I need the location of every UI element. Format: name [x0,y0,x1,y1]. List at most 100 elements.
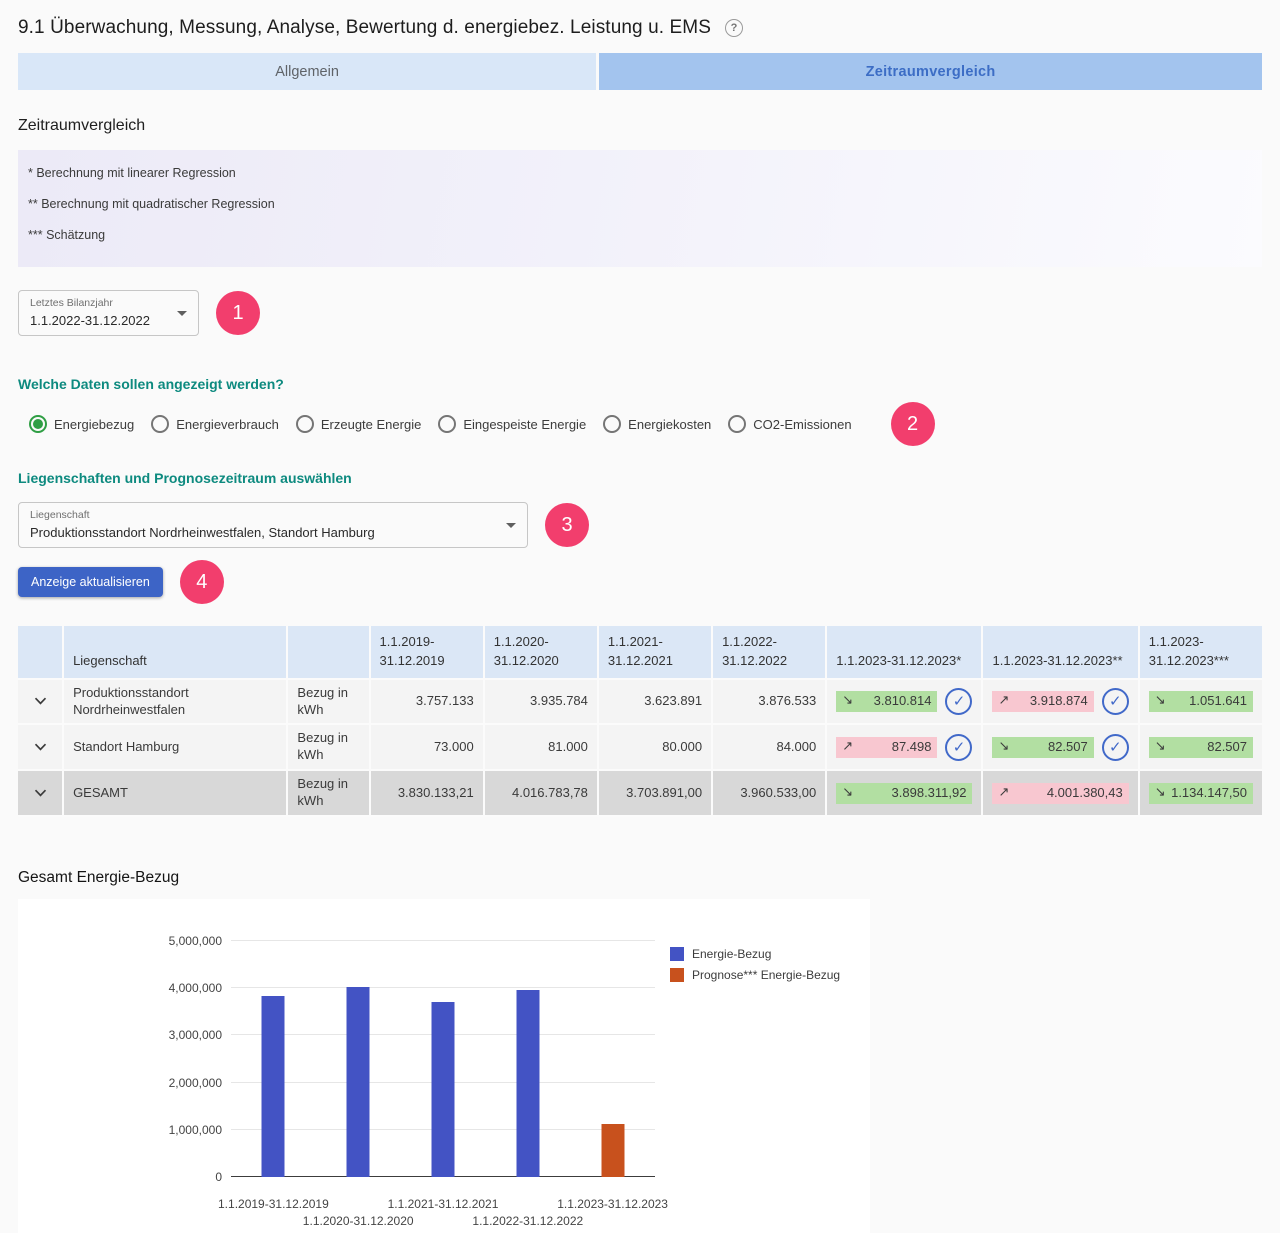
year-header-2021: 1.1.2021- 31.12.2021 [599,626,713,680]
select-value: 1.1.2022-31.12.2022 [30,313,168,328]
year-value: 81.000 [485,725,599,771]
forecast-check-icon[interactable]: ✓ [945,688,972,715]
unit-label: Bezug in kWh [288,725,370,771]
year-value: 4.016.783,78 [485,771,599,817]
property-row: Liegenschaft Produktionsstandort Nordrhe… [18,502,1262,548]
forecast-chip: ↘1.134.147,50 [1149,783,1253,804]
liegenschaft-header: Liegenschaft [64,626,288,680]
balance-year-select[interactable]: Letztes Bilanzjahr 1.1.2022-31.12.2022 [18,290,199,336]
legend-swatch-icon [670,968,684,982]
forecast-value: 3.918.874 [1030,693,1088,710]
tab-allgemein[interactable]: Allgemein [18,53,596,90]
table-row: GESAMTBezug in kWh3.830.133,214.016.783,… [18,771,1262,817]
forecast-check-icon[interactable]: ✓ [945,734,972,761]
help-icon[interactable]: ? [725,19,743,37]
forecast-cell: ↗ 3.918.874 ✓ [983,680,1139,726]
forecast-chip: ↘82.507 [1149,737,1253,758]
year-value: 3.935.784 [485,680,599,726]
forecast-value: 87.498 [892,739,932,756]
chart-x-axis: 1.1.2019-31.12.20191.1.2020-31.12.20201.… [231,1179,655,1223]
year-value: 3.623.891 [599,680,713,726]
step-badge-1: 1 [216,291,260,335]
expand-row-icon[interactable] [30,693,51,709]
forecast-cell: ↘3.898.311,92 [827,771,983,817]
trend-down-icon: ↘ [1155,785,1166,802]
chart-gridline [231,987,655,988]
radio-unselected-icon[interactable] [438,415,456,433]
forecast-value: 82.507 [1048,739,1088,756]
year-header-2022: 1.1.2022- 31.12.2022 [713,626,827,680]
trend-up-icon: ↗ [842,739,853,756]
step-badge-3: 3 [545,503,589,547]
forecast-value: 3.898.311,92 [892,785,967,802]
radio-unselected-icon[interactable] [296,415,314,433]
forecast-header-quadratic: 1.1.2023-31.12.2023** [983,626,1139,680]
radio-option-co2-emissionen[interactable]: CO2-Emissionen [728,415,851,433]
forecast-chip: ↗ 3.918.874 [992,691,1093,712]
liegenschaft-name: GESAMT [64,771,288,817]
expand-row-icon[interactable] [30,739,51,755]
y-axis-tick-label: 1,000,000 [169,1123,222,1137]
radio-option-energieverbrauch[interactable]: Energieverbrauch [151,415,279,433]
forecast-cell: ↘3.810.814✓ [827,680,983,726]
y-axis-tick-label: 5,000,000 [169,934,222,948]
trend-up-icon: ↗ [998,693,1009,710]
balance-year-row: Letztes Bilanzjahr 1.1.2022-31.12.2022 1 [18,290,1262,336]
property-heading: Liegenschaften und Prognosezeitraum ausw… [18,470,1262,486]
radio-selected-icon[interactable] [29,415,47,433]
year-value: 3.703.891,00 [599,771,713,817]
page-header: 9.1 Überwachung, Messung, Analyse, Bewer… [0,0,1280,49]
comparison-table: Liegenschaft 1.1.2019- 31.12.2019 1.1.20… [18,626,1262,817]
select-label: Liegenschaft [30,509,497,521]
radio-option-energiebezug[interactable]: Energiebezug [29,415,134,433]
select-value: Produktionsstandort Nordrheinwestfalen, … [30,525,497,540]
note-estimate: *** Schätzung [28,228,1252,242]
chart-bar [516,990,539,1177]
radio-label: Erzeugte Energie [321,417,421,432]
forecast-value: 3.810.814 [874,693,932,710]
forecast-value: 82.507 [1207,739,1247,756]
y-axis-tick-label: 3,000,000 [169,1028,222,1042]
forecast-header-estimate: 1.1.2023- 31.12.2023*** [1140,626,1262,680]
legend-notes: * Berechnung mit linearer Regression ** … [18,150,1262,267]
y-axis-tick-label: 4,000,000 [169,981,222,995]
y-axis-tick-label: 0 [215,1170,222,1184]
radio-option-erzeugte-energie[interactable]: Erzeugte Energie [296,415,421,433]
chart-bar [601,1124,624,1178]
forecast-cell: ↗4.001.380,43 [983,771,1139,817]
x-axis-tick-label: 1.1.2020-31.12.2020 [303,1214,414,1228]
chart-legend: Energie-BezugPrognose*** Energie-Bezug [670,947,840,989]
x-axis-tick-label: 1.1.2023-31.12.2023 [557,1197,668,1211]
chart-card: 01,000,0002,000,0003,000,0004,000,0005,0… [18,899,870,1233]
property-select[interactable]: Liegenschaft Produktionsstandort Nordrhe… [18,502,528,548]
table-row: Standort HamburgBezug in kWh73.00081.000… [18,725,1262,771]
radio-option-energiekosten[interactable]: Energiekosten [603,415,711,433]
year-value: 84.000 [713,725,827,771]
x-axis-tick-label: 1.1.2019-31.12.2019 [218,1197,329,1211]
dropdown-arrow-icon [506,523,516,528]
chart-gridline [231,940,655,941]
tab-bar: Allgemein Zeitraumvergleich [18,53,1262,90]
radio-unselected-icon[interactable] [603,415,621,433]
expand-column-header [18,626,64,680]
forecast-chip: ↗ 87.498 [836,737,937,758]
chart-bar [432,1002,455,1177]
radio-option-eingespeiste-energie[interactable]: Eingespeiste Energie [438,415,586,433]
table-body: Produktionsstandort NordrheinwestfalenBe… [18,680,1262,817]
legend-item: Energie-Bezug [670,947,840,961]
trend-up-icon: ↗ [998,785,1009,802]
forecast-check-icon[interactable]: ✓ [1102,734,1129,761]
radio-unselected-icon[interactable] [728,415,746,433]
dropdown-arrow-icon [177,311,187,316]
forecast-check-icon[interactable]: ✓ [1102,688,1129,715]
year-header-2019: 1.1.2019- 31.12.2019 [371,626,485,680]
radio-label: Energiekosten [628,417,711,432]
trend-down-icon: ↘ [998,739,1009,756]
update-display-button[interactable]: Anzeige aktualisieren [18,567,163,597]
tab-zeitraumvergleich[interactable]: Zeitraumvergleich [599,53,1262,90]
radio-unselected-icon[interactable] [151,415,169,433]
radio-label: Energiebezug [54,417,134,432]
forecast-cell: ↘1.134.147,50 [1140,771,1262,817]
chart-title: Gesamt Energie-Bezug [18,869,1262,887]
expand-row-icon[interactable] [30,785,51,801]
